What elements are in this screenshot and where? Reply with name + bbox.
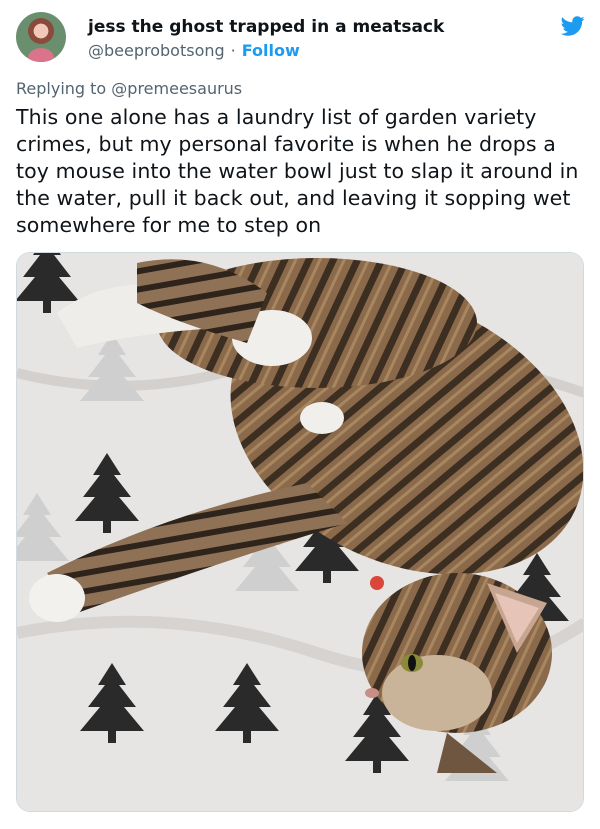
separator-dot: · bbox=[230, 41, 236, 60]
author-handle[interactable]: @beeprobotsong bbox=[88, 41, 225, 60]
replying-prefix: Replying to bbox=[16, 79, 107, 98]
twitter-bird-icon[interactable] bbox=[560, 14, 586, 38]
replying-to: Replying to @premeesaurus bbox=[16, 79, 242, 98]
tweet-text: This one alone has a laundry list of gar… bbox=[16, 105, 579, 237]
author-name[interactable]: jess the ghost trapped in a meatsack bbox=[88, 17, 444, 37]
tweet-header: jess the ghost trapped in a meatsack @be… bbox=[16, 10, 588, 66]
handle-row: @beeprobotsong · Follow bbox=[88, 41, 300, 60]
cat-on-blanket-image bbox=[17, 253, 583, 811]
tweet-photo[interactable] bbox=[16, 252, 584, 812]
replying-to-mention[interactable]: @premeesaurus bbox=[111, 79, 242, 98]
avatar[interactable] bbox=[16, 12, 66, 62]
follow-button[interactable]: Follow bbox=[242, 41, 300, 60]
